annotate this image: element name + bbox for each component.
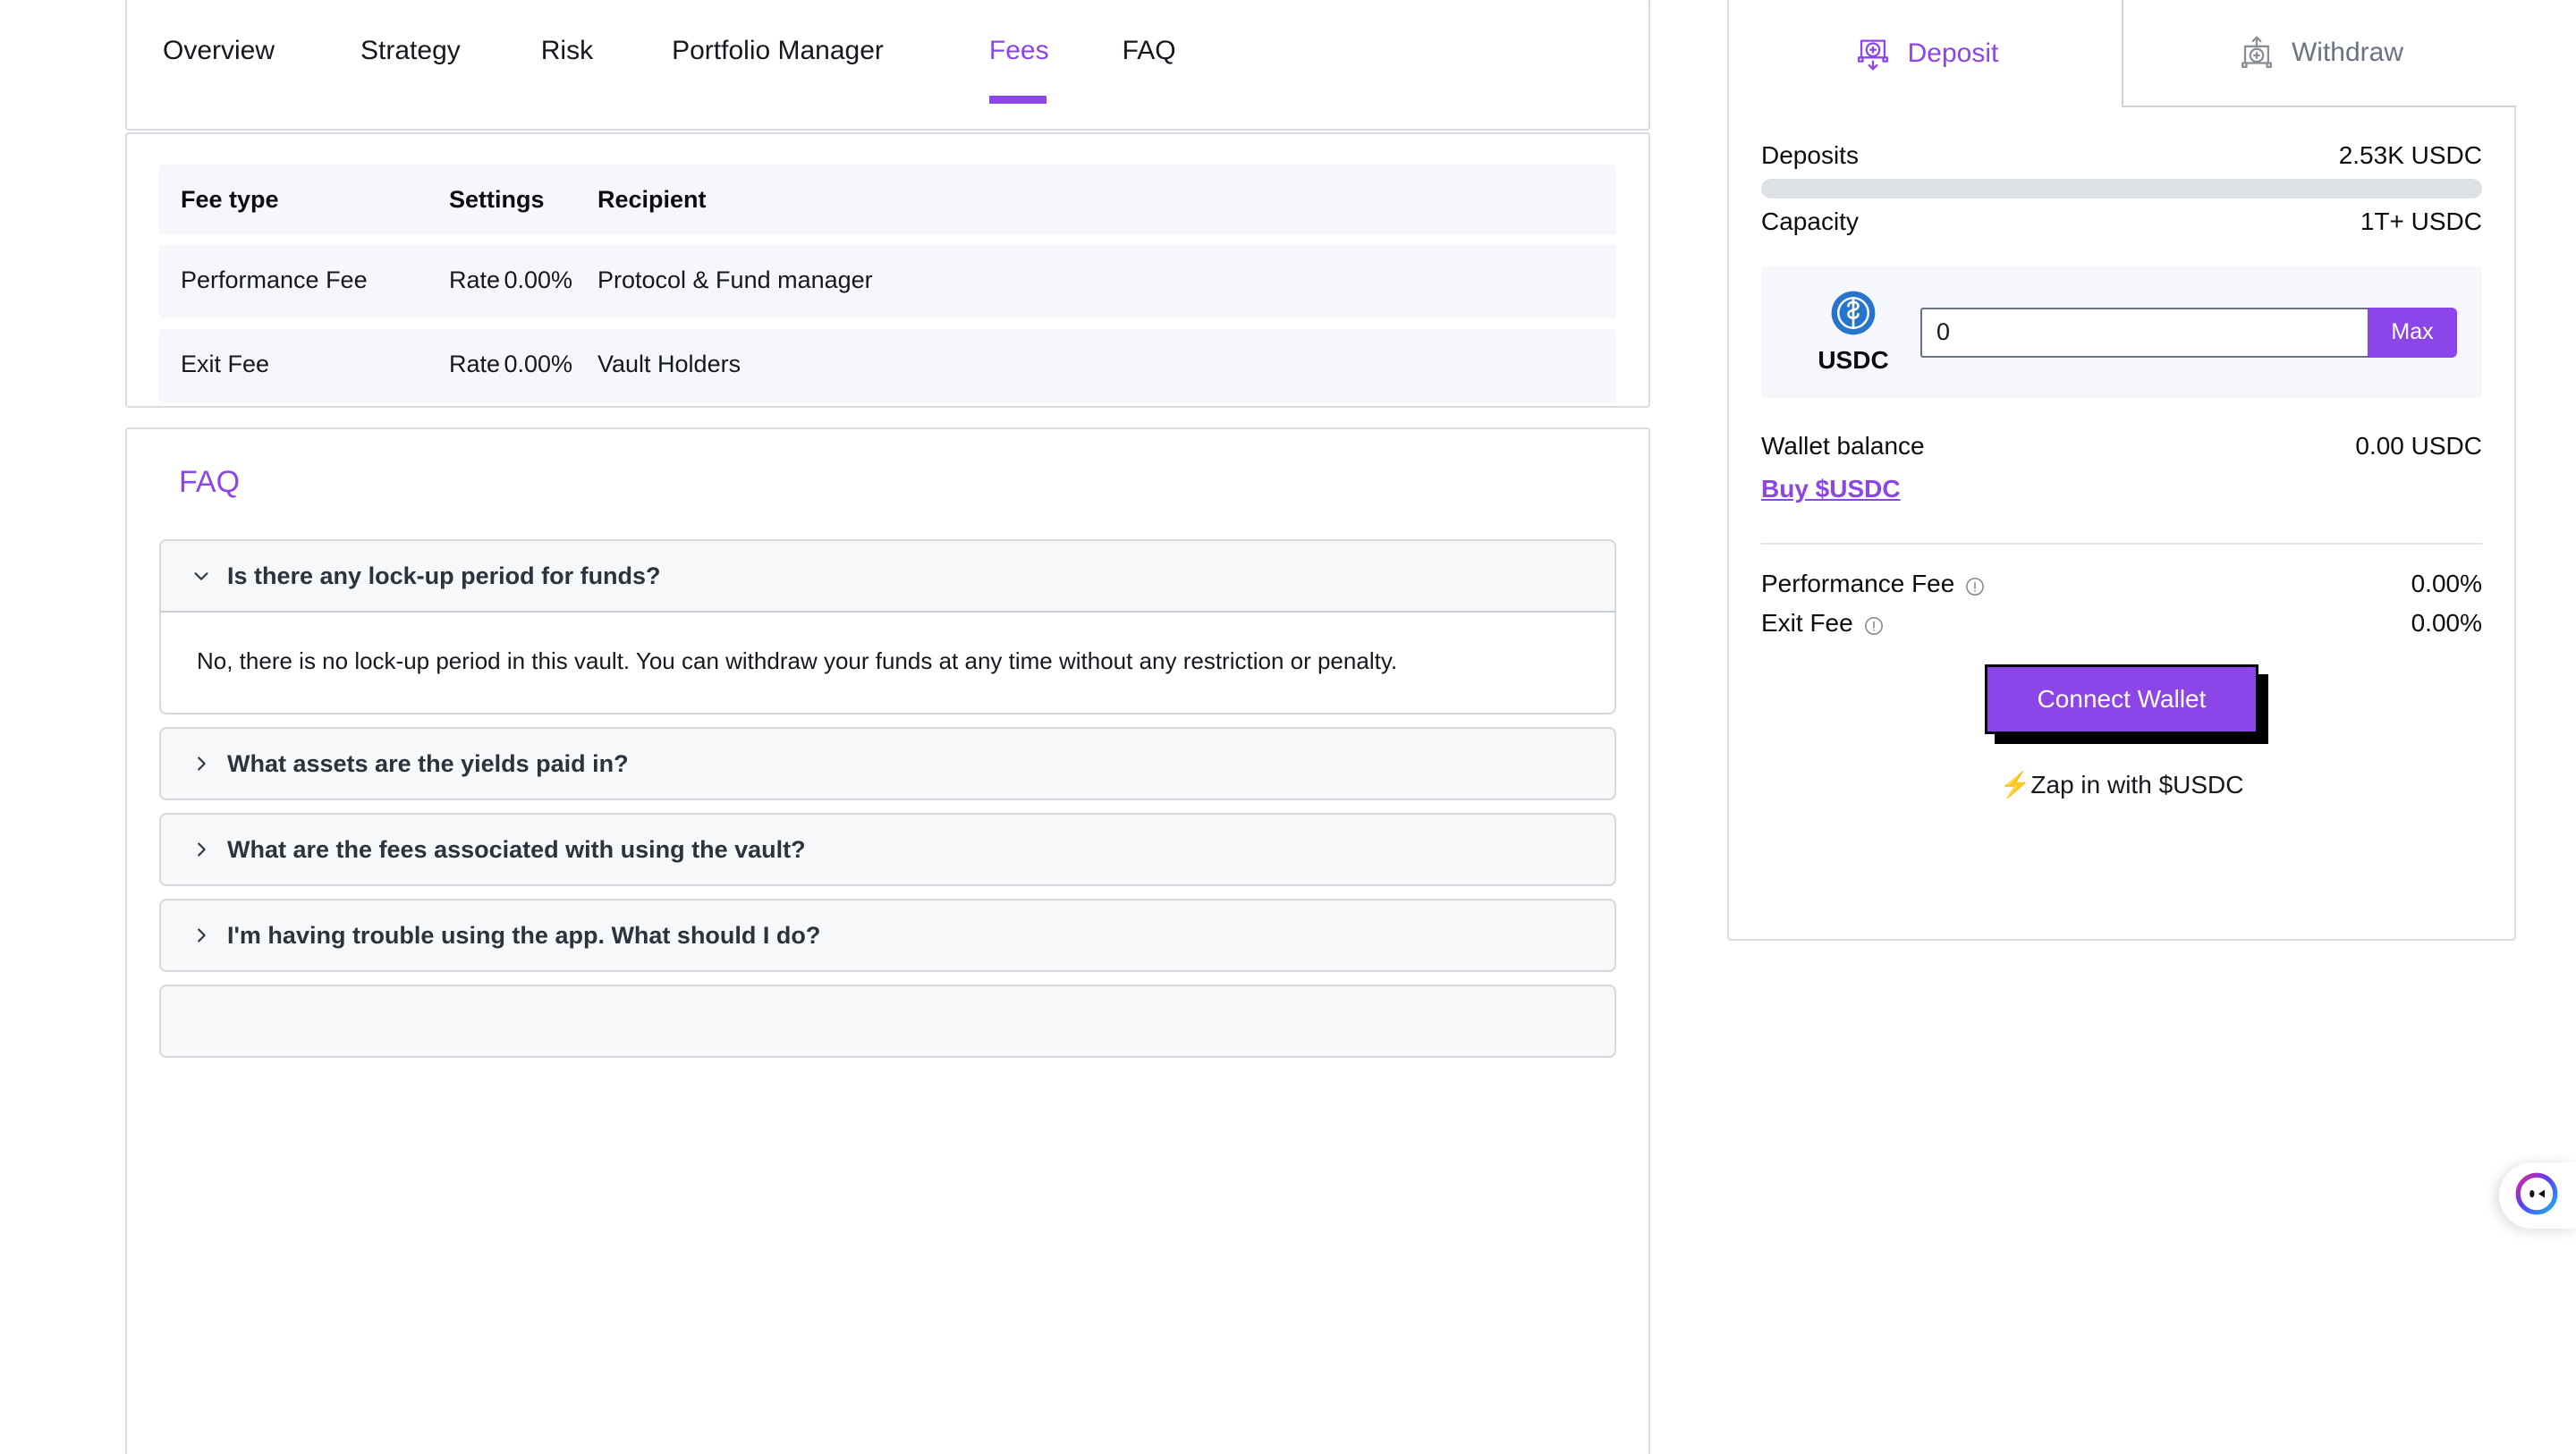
withdraw-banknote-icon (2236, 32, 2277, 73)
column-header-fee-type: Fee type (181, 185, 279, 213)
deposits-label: Deposits (1761, 141, 1859, 169)
faq-question: What are the fees associated with using … (227, 835, 806, 863)
section-tabs-card: Overview Strategy Risk Portfolio Manager… (125, 0, 1650, 131)
faq-question: Is there any lock-up period for funds? (227, 562, 661, 589)
lightning-bolt-icon: ⚡ (1999, 771, 2031, 799)
capacity-value: 1T+ USDC (2360, 207, 2482, 235)
deposits-row: Deposits 2.53K USDC (1761, 141, 2482, 170)
faq-item-header[interactable]: Is there any lock-up period for funds? (159, 539, 1616, 613)
cell-recipient: Protocol & Fund manager (597, 266, 873, 293)
tab-fees[interactable]: Fees (988, 0, 1049, 104)
faq-question: What assets are the yields paid in? (227, 749, 629, 777)
capacity-label: Capacity (1761, 207, 1859, 235)
faq-question: I'm having trouble using the app. What s… (227, 921, 821, 949)
panel-body: Deposits 2.53K USDC Capacity 1T+ USDC US… (1729, 107, 2514, 799)
chevron-right-icon (191, 840, 211, 859)
deposits-value: 2.53K USDC (2338, 141, 2482, 169)
connect-wallet-wrap: Connect Wallet (1761, 664, 2482, 734)
token-symbol: USDC (1818, 346, 1889, 374)
faq-item-header[interactable]: What are the fees associated with using … (159, 813, 1616, 887)
tab-label: Deposit (1907, 38, 1999, 68)
faq-answer: No, there is no lock-up period in this v… (159, 613, 1616, 715)
wallet-balance-row: Wallet balance 0.00 USDC (1761, 432, 2482, 461)
chat-support-widget[interactable] (2499, 1162, 2576, 1229)
column-header-recipient: Recipient (597, 185, 707, 213)
section-tabs: Overview Strategy Risk Portfolio Manager… (127, 0, 1648, 129)
deposit-amount-box: USDC Max (1761, 266, 2482, 398)
deposit-banknote-icon (1852, 33, 1894, 74)
table-row: Exit Fee Rate 0.00% Vault Holders (159, 329, 1616, 402)
faq-item-header[interactable]: I'm having trouble using the app. What s… (159, 899, 1616, 973)
amount-field: Max (1920, 307, 2457, 358)
buy-usdc-link[interactable]: Buy $USDC (1761, 475, 1901, 503)
performance-fee-row: Performance Fee 0.00% (1761, 570, 2482, 598)
cell-fee-type: Exit Fee (181, 351, 270, 377)
deposit-withdraw-tabs: Deposit Withdraw (1729, 0, 2516, 107)
cell-setting-value: 0.00% (504, 266, 573, 293)
tab-label: Risk (540, 36, 594, 65)
tab-label: Overview (163, 36, 275, 65)
zap-in-row[interactable]: ⚡Zap in with $USDC (1761, 770, 2482, 799)
tab-deposit[interactable]: Deposit (1729, 0, 2122, 107)
performance-fee-value: 0.00% (2411, 570, 2482, 597)
tab-overview[interactable]: Overview (163, 0, 275, 66)
performance-fee-label: Performance Fee (1761, 570, 1955, 597)
tab-label: Strategy (360, 36, 461, 65)
cell-fee-type: Performance Fee (181, 266, 368, 293)
capacity-row: Capacity 1T+ USDC (1761, 207, 2482, 236)
cell-setting-label: Rate (449, 351, 501, 377)
exit-fee-value: 0.00% (2411, 609, 2482, 637)
tab-portfolio-manager[interactable]: Portfolio Manager (672, 0, 884, 66)
exit-fee-row: Exit Fee 0.00% (1761, 609, 2482, 638)
usdc-coin-icon (1830, 291, 1877, 340)
max-button[interactable]: Max (2368, 307, 2457, 358)
active-tab-indicator (988, 96, 1046, 104)
fee-table-card: Fee type Settings Recipient Performance … (125, 132, 1650, 408)
table-header-row: Fee type Settings Recipient (159, 165, 1616, 234)
cell-recipient: Vault Holders (597, 351, 741, 377)
tab-faq[interactable]: FAQ (1123, 0, 1176, 66)
tab-label: FAQ (1122, 36, 1176, 65)
deposit-withdraw-panel: Deposit Withdraw Deposits 2.53K USDC Cap… (1727, 0, 2516, 941)
wallet-balance-label: Wallet balance (1761, 432, 1925, 460)
tab-strategy[interactable]: Strategy (360, 0, 461, 66)
chevron-right-icon (191, 754, 211, 773)
table-row: Performance Fee Rate 0.00% Protocol & Fu… (159, 245, 1616, 318)
tab-label: Withdraw (2291, 38, 2404, 67)
wallet-balance-value: 0.00 USDC (2355, 432, 2482, 460)
capacity-progress-bar (1761, 179, 2482, 199)
tab-risk[interactable]: Risk (541, 0, 593, 66)
faq-item-header[interactable] (159, 985, 1616, 1059)
faq-section-title: FAQ (179, 465, 241, 499)
chevron-down-icon (191, 566, 211, 586)
chevron-right-icon (191, 926, 211, 945)
fee-table: Fee type Settings Recipient Performance … (159, 165, 1616, 402)
cell-setting-label: Rate (449, 266, 501, 293)
tab-label: Fees (988, 36, 1049, 65)
faq-card: FAQ Is there any lock-up period for fund… (125, 427, 1650, 1454)
deposit-amount-input[interactable] (1920, 307, 2368, 358)
info-icon[interactable] (1864, 613, 1884, 635)
token-selector[interactable]: USDC (1786, 290, 1920, 375)
chat-support-icon (2513, 1171, 2560, 1222)
exit-fee-label: Exit Fee (1761, 609, 1853, 637)
tab-label: Portfolio Manager (672, 36, 884, 65)
tab-withdraw[interactable]: Withdraw (2122, 0, 2516, 107)
main-column: Overview Strategy Risk Portfolio Manager… (125, 0, 1650, 1454)
faq-list: Is there any lock-up period for funds? N… (159, 539, 1616, 1059)
vault-fees-page: Overview Strategy Risk Portfolio Manager… (0, 0, 2576, 1454)
zap-in-label: Zap in with $USDC (2030, 771, 2244, 799)
column-header-settings: Settings (449, 185, 545, 213)
info-icon[interactable] (1965, 574, 1985, 596)
cell-setting-value: 0.00% (504, 351, 573, 377)
connect-wallet-button[interactable]: Connect Wallet (1984, 664, 2259, 734)
panel-divider (1761, 543, 2482, 545)
faq-item-header[interactable]: What assets are the yields paid in? (159, 727, 1616, 801)
